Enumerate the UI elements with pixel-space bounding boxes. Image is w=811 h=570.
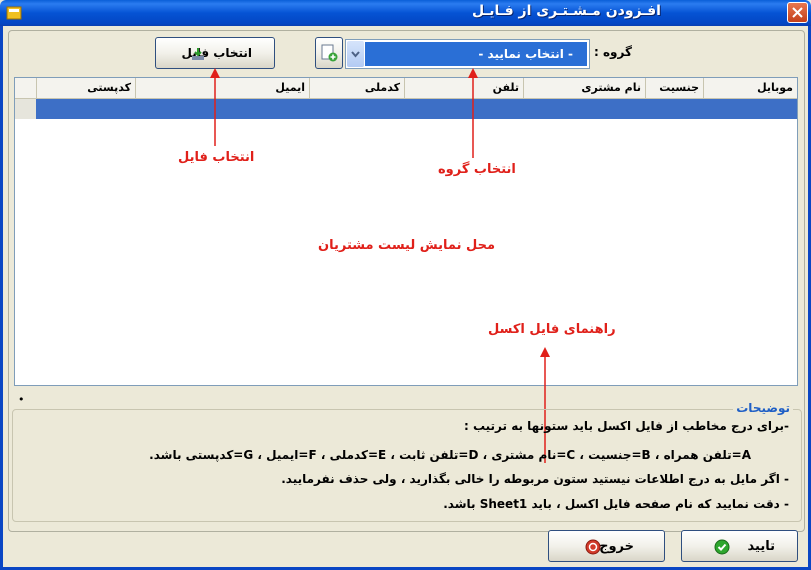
confirm-label: تایید: [747, 539, 775, 554]
check-icon: [714, 539, 730, 555]
description-line: - دقت نمایید که نام صفحه فایل اکسل ، بای…: [443, 497, 789, 511]
annotation-list-area: محل نمایش لیست مشتریان: [318, 238, 496, 253]
chevron-down-icon: [351, 51, 360, 58]
table-row[interactable]: [36, 99, 797, 119]
exit-label: خروج: [599, 539, 634, 554]
description-line: -برای درج مخاطب از فایل اکسل باید ستونها…: [463, 419, 789, 433]
column-header-gender[interactable]: جنسیت: [645, 78, 703, 98]
column-header-national-id[interactable]: کدملی: [309, 78, 404, 98]
description-line: A=تلفن همراه ، B=جنسیت ، C=نام مشتری ، D…: [149, 448, 751, 462]
exit-icon: [585, 539, 601, 555]
title-bar: افـزودن مـشـتـری از فـایـل: [0, 0, 811, 26]
download-icon: [192, 48, 204, 60]
confirm-button[interactable]: تایید: [681, 530, 798, 562]
customer-grid[interactable]: موبایل جنسیت نام مشتری تلفن کدملی ایمیل …: [14, 77, 798, 386]
exit-button[interactable]: خروج: [548, 530, 665, 562]
window-title: افـزودن مـشـتـری از فـایـل: [471, 3, 661, 19]
app-icon: [6, 6, 22, 20]
arrow-to-file-button: [210, 68, 220, 146]
grid-header: موبایل جنسیت نام مشتری تلفن کدملی ایمیل …: [15, 78, 797, 99]
bullet-dot: •: [18, 393, 25, 406]
close-icon: [792, 7, 803, 18]
select-file-button[interactable]: انتخاب فایل: [155, 37, 275, 69]
add-document-icon: [321, 44, 338, 62]
arrow-to-group-select: [468, 68, 478, 158]
group-label: گروه :: [594, 45, 632, 59]
column-header-mobile[interactable]: موبایل: [703, 78, 797, 98]
annotation-select-file: انتخاب فایل: [178, 150, 255, 165]
column-header-customer-name[interactable]: نام مشتری: [523, 78, 645, 98]
column-header-postal-code[interactable]: کدپستی: [36, 78, 135, 98]
description-legend: توضیحات: [733, 401, 793, 415]
group-select[interactable]: - انتخاب نمایید -: [345, 39, 590, 69]
add-group-button[interactable]: [315, 37, 343, 69]
description-line: - اگر مایل به درج اطلاعات نیستید ستون مر…: [281, 472, 789, 486]
annotation-excel-guide: راهنمای فایل اکسل: [488, 322, 616, 337]
dropdown-button[interactable]: [347, 41, 364, 67]
group-select-value: - انتخاب نمایید -: [365, 42, 587, 66]
close-button[interactable]: [787, 2, 808, 23]
row-selector[interactable]: [15, 99, 37, 119]
annotation-select-group: انتخاب گروه: [438, 162, 516, 177]
